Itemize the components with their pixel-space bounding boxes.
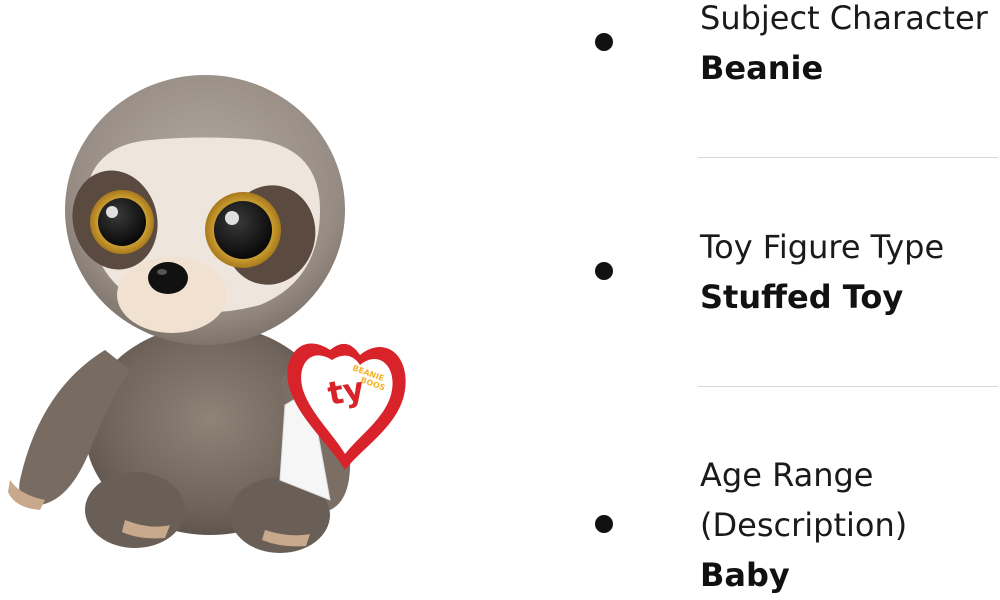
divider (698, 157, 998, 158)
attribute-age-range: Age Range (Description) Baby (595, 430, 1000, 597)
attribute-value: Baby (700, 556, 790, 594)
head (65, 75, 345, 345)
attribute-label: Age Range (Description) (700, 456, 908, 544)
attribute-subject-character: Subject Character Beanie (595, 0, 1000, 150)
attribute-label: Toy Figure Type (700, 228, 945, 266)
bullet-icon (595, 33, 613, 51)
product-image: ty BEANIE BOOS (8, 75, 406, 553)
bullet-icon (595, 515, 613, 533)
attribute-value: Beanie (700, 49, 824, 87)
attribute-value: Stuffed Toy (700, 278, 904, 316)
attribute-toy-figure-type: Toy Figure Type Stuffed Toy (595, 200, 1000, 350)
bullet-icon (595, 262, 613, 280)
divider (698, 386, 998, 387)
attribute-label: Subject Character (700, 0, 988, 37)
svg-text:ty: ty (325, 369, 367, 413)
